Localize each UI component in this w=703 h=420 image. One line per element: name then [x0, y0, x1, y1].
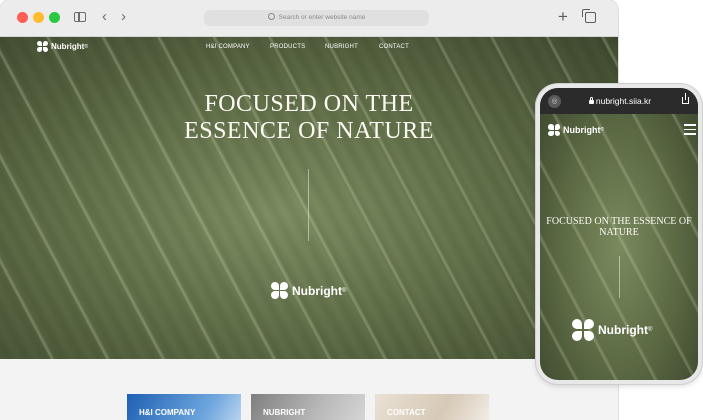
clover-logo-icon	[572, 319, 594, 341]
phone-hero-divider-line	[619, 256, 620, 298]
phone-logo-text: Nubright	[563, 125, 601, 135]
reader-icon[interactable]: ◎	[548, 95, 561, 108]
sidebar-toggle-icon[interactable]	[74, 12, 86, 22]
hero-title-line-2: ESSENCE OF NATURE	[184, 118, 434, 144]
registered-mark: ®	[342, 287, 347, 294]
tabs-overview-icon[interactable]	[582, 9, 596, 23]
phone-center-logo: Nubright ®	[572, 319, 652, 341]
lock-icon	[588, 97, 594, 104]
new-tab-plus-icon[interactable]: +	[558, 8, 568, 26]
back-arrow-icon[interactable]: ‹	[102, 9, 107, 25]
phone-site-logo[interactable]: Nubright ®	[548, 124, 604, 136]
share-icon[interactable]	[682, 93, 689, 104]
nav-hi-company[interactable]: H&I COMPANY	[206, 44, 250, 50]
hero-center-logo: Nubright ®	[271, 282, 346, 299]
phone-url-text: nubright.siia.kr	[595, 96, 652, 106]
phone-url-bar[interactable]: nubright.siia.kr	[570, 88, 670, 114]
phone-browser-bar: ◎ nubright.siia.kr	[540, 88, 698, 114]
phone-screen: ◎ nubright.siia.kr Nubright ® FOCUSED ON …	[540, 88, 698, 380]
card-nubright[interactable]: NUBRIGHT	[251, 394, 365, 420]
site-logo-text: Nubright	[51, 42, 85, 51]
close-window-button[interactable]	[17, 12, 28, 23]
site-logo[interactable]: Nubright ®	[37, 41, 88, 52]
card-label: NUBRIGHT	[263, 408, 306, 417]
hero-section: Nubright ® H&I COMPANY PRODUCTS NUBRIGHT …	[0, 37, 618, 359]
registered-mark: ®	[648, 327, 653, 333]
hero-title-line-1: FOCUSED ON THE	[204, 91, 414, 117]
hamburger-menu-icon[interactable]	[684, 124, 696, 135]
hero-title: FOCUSED ON THE ESSENCE OF NATURE	[0, 91, 618, 145]
hero-logo-text: Nubright	[292, 283, 342, 298]
registered-mark: ®	[84, 43, 89, 50]
minimize-window-button[interactable]	[33, 12, 44, 23]
phone-hero-title: FOCUSED ON THE ESSENCE OF NATURE	[546, 216, 692, 238]
registered-mark: ®	[600, 127, 605, 133]
clover-logo-icon	[548, 124, 560, 136]
search-icon	[267, 13, 275, 20]
forward-arrow-icon[interactable]: ›	[121, 9, 126, 25]
desktop-browser-window: ‹ › Search or enter website name + Nubri…	[0, 0, 618, 420]
address-bar[interactable]: Search or enter website name	[204, 10, 429, 26]
card-contact[interactable]: CONTACT	[375, 394, 489, 420]
card-hi-company[interactable]: H&I COMPANY	[127, 394, 241, 420]
clover-logo-icon	[37, 41, 48, 52]
hero-divider-line	[308, 169, 309, 241]
address-placeholder: Search or enter website name	[278, 14, 366, 21]
nav-contact[interactable]: CONTACT	[379, 44, 409, 50]
nav-nubright[interactable]: NUBRIGHT	[325, 44, 358, 50]
phone-center-logo-text: Nubright	[598, 323, 648, 337]
card-label: CONTACT	[387, 408, 426, 417]
browser-toolbar: ‹ › Search or enter website name +	[0, 0, 618, 37]
nav-products[interactable]: PRODUCTS	[270, 44, 305, 50]
card-label: H&I COMPANY	[139, 408, 196, 417]
clover-logo-icon	[271, 282, 288, 299]
maximize-window-button[interactable]	[49, 12, 60, 23]
mobile-phone-frame: ◎ nubright.siia.kr Nubright ® FOCUSED ON …	[536, 84, 702, 384]
